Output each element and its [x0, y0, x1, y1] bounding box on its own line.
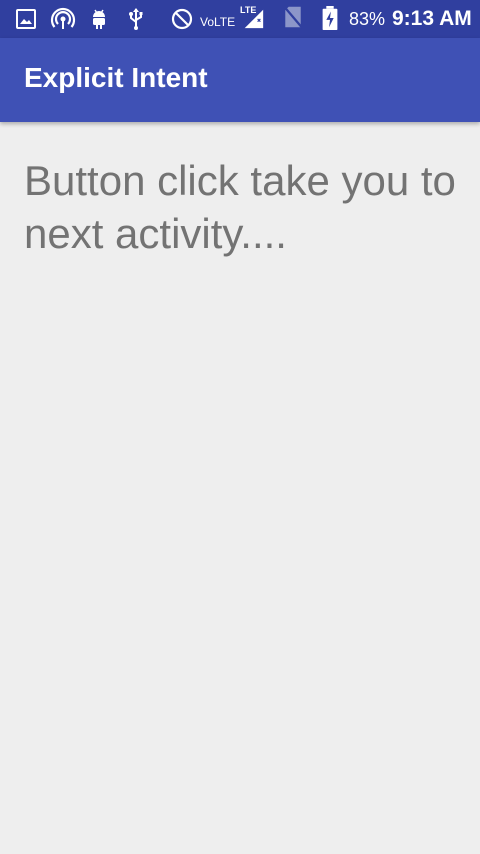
main-content: Button click take you to next activity..…: [0, 122, 480, 854]
hotspot-icon: [50, 7, 76, 29]
status-bar: VoLTE LTE 83% 9:13 AM: [0, 0, 480, 38]
battery-charging-icon: [322, 6, 338, 30]
no-sim-icon: [282, 5, 304, 29]
clock-time: 9:13 AM: [392, 7, 472, 30]
message-text: Button click take you to next activity..…: [24, 157, 456, 257]
volte-icon: VoLTE: [200, 15, 236, 29]
android-icon: [93, 9, 105, 29]
battery-percent: 83%: [349, 9, 386, 29]
app-title: Explicit Intent: [24, 62, 208, 93]
app-bar: Explicit Intent: [0, 38, 480, 122]
usb-icon: [129, 8, 143, 30]
image-icon: [16, 9, 36, 29]
lte-label: LTE: [240, 5, 257, 15]
do-not-disturb-icon: [171, 8, 193, 30]
